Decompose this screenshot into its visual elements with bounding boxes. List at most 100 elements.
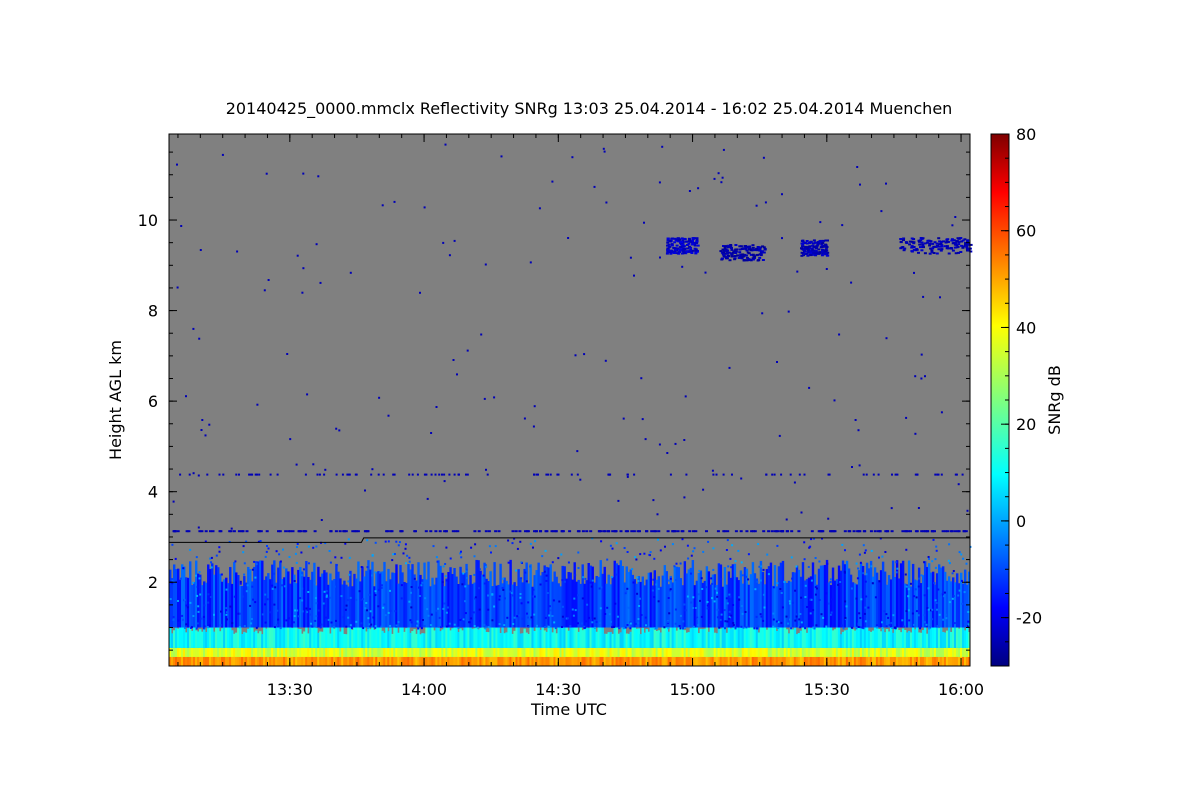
echo-pixel (809, 545, 812, 548)
echo-pixel (485, 565, 488, 568)
cirrus-pixel (809, 254, 813, 257)
echo-pixel (529, 542, 532, 545)
noise-pixel (537, 473, 539, 476)
noise-pixel (458, 473, 460, 476)
noise-pixel (787, 310, 790, 313)
noise-pixel (884, 530, 888, 533)
echo-pixel (618, 626, 621, 629)
noise-pixel (258, 473, 261, 476)
echo-pixel (225, 588, 228, 591)
echo-pixel (184, 626, 186, 629)
echo-pixel (349, 624, 352, 627)
echo-pixel (913, 595, 916, 598)
echo-pixel (520, 577, 523, 580)
echo-pixel (961, 579, 963, 582)
echo-pixel (536, 624, 538, 627)
echo-pixel (249, 570, 252, 573)
echo-pixel (727, 565, 730, 568)
echo-pixel (502, 577, 505, 580)
echo-pixel (812, 609, 815, 612)
echo-pixel (865, 595, 868, 598)
echo-pixel (225, 607, 228, 610)
echo-pixel (626, 587, 629, 590)
echo-pixel (410, 621, 413, 624)
echo-pixel (598, 587, 601, 590)
y-tick-label: 4 (148, 483, 158, 502)
echo-pixel (581, 597, 584, 600)
echo-pixel (745, 626, 748, 629)
echo-pixel (577, 622, 579, 625)
echo-pixel (295, 561, 298, 564)
noise-pixel (715, 473, 718, 476)
echo-pixel (679, 562, 682, 565)
noise-pixel (237, 530, 241, 533)
echo-pixel (229, 605, 232, 608)
cirrus-pixel (956, 237, 960, 240)
echo-pixel (706, 604, 709, 607)
echo-pixel (905, 610, 908, 613)
echo-pixel (655, 583, 658, 586)
noise-pixel (452, 359, 455, 361)
noise-pixel (885, 337, 888, 340)
cirrus-pixel (668, 245, 672, 248)
noise-pixel (961, 473, 964, 476)
echo-pixel (515, 569, 517, 572)
noise-pixel (659, 256, 661, 259)
echo-pixel (374, 594, 377, 597)
echo-pixel (844, 616, 847, 619)
echo-pixel (766, 553, 769, 556)
noise-pixel (323, 473, 326, 476)
echo-pixel (389, 624, 392, 627)
echo-pixel (292, 621, 295, 624)
echo-pixel (365, 602, 368, 604)
echo-pixel (905, 548, 908, 551)
noise-pixel (773, 473, 776, 476)
noise-pixel (424, 530, 428, 533)
noise-pixel (702, 488, 705, 491)
noise-pixel (256, 403, 259, 406)
noise-pixel (302, 267, 305, 270)
echo-pixel (544, 549, 547, 552)
echo-pixel (726, 602, 729, 605)
colorbar-tick-label: 0 (1016, 512, 1026, 531)
echo-pixel (728, 593, 731, 596)
echo-pixel (546, 592, 549, 594)
echo-pixel (915, 596, 918, 599)
noise-pixel (780, 473, 783, 476)
echo-pixel (814, 557, 817, 559)
echo-pixel (935, 545, 938, 548)
echo-pixel (328, 596, 331, 599)
echo-pixel (695, 607, 697, 609)
echo-pixel (718, 626, 721, 629)
echo-pixel (907, 609, 910, 612)
echo-pixel (591, 621, 594, 624)
echo-pixel (892, 614, 895, 617)
echo-pixel (418, 595, 421, 597)
echo-pixel (944, 613, 947, 616)
echo-pixel (427, 614, 430, 617)
echo-pixel (668, 612, 671, 615)
echo-pixel (203, 625, 206, 628)
echo-pixel (177, 600, 179, 602)
echo-pixel (692, 607, 695, 609)
cirrus-pixel (678, 248, 682, 251)
noise-pixel (940, 411, 943, 414)
echo-pixel (807, 566, 810, 568)
echo-pixel (787, 622, 790, 625)
echo-pixel (330, 621, 333, 624)
echo-pixel (861, 626, 864, 629)
echo-pixel (841, 624, 843, 627)
colorbar-tick-label: 60 (1016, 222, 1036, 241)
noise-pixel (957, 483, 960, 486)
echo-pixel (457, 626, 460, 629)
echo-pixel (674, 608, 677, 611)
echo-pixel (264, 593, 267, 596)
cirrus-pixel (926, 239, 930, 242)
noise-pixel (382, 473, 385, 476)
echo-pixel (519, 540, 522, 543)
echo-pixel (397, 544, 400, 547)
noise-pixel (722, 148, 725, 151)
echo-pixel (366, 627, 369, 630)
noise-pixel (549, 473, 552, 476)
echo-pixel (682, 627, 684, 630)
